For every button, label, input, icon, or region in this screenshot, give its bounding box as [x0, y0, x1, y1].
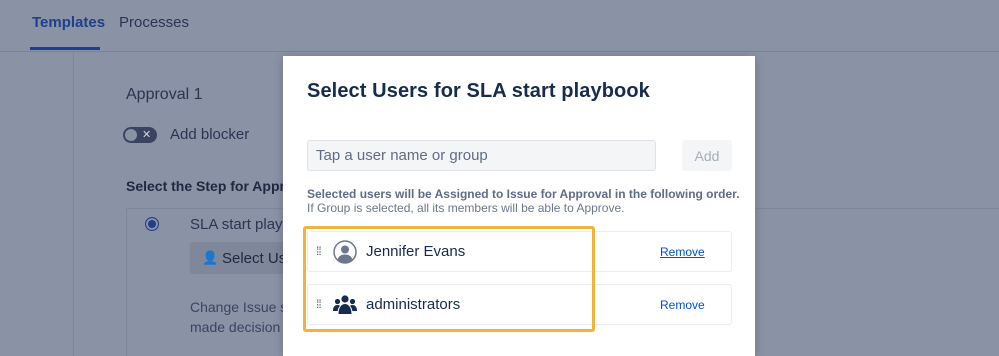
active-tab-indicator [30, 47, 100, 50]
select-users-modal: Select Users for SLA start playbook Add … [283, 56, 755, 356]
remove-link[interactable]: Remove [660, 245, 705, 259]
change-issue-line1: Change Issue s [190, 299, 288, 315]
list-item[interactable]: ⁞⁞ administrators Remove [307, 284, 732, 325]
step-section-title: Select the Step for Appro [126, 178, 294, 194]
add-blocker-label: Add blocker [170, 126, 250, 143]
list-item[interactable]: ⁞⁞ Jennifer Evans Remove [307, 231, 732, 272]
change-issue-text: Change Issue s made decision [190, 297, 287, 337]
tab-processes[interactable]: Processes [119, 14, 189, 31]
user-name: administrators [366, 296, 461, 313]
user-name: Jennifer Evans [366, 243, 466, 260]
step-radio[interactable] [145, 217, 159, 231]
add-blocker-toggle[interactable]: ✕ [123, 127, 157, 143]
step-name: SLA start playb [190, 216, 291, 233]
order-info-text: Selected users will be Assigned to Issue… [307, 187, 740, 201]
select-users-label: Select Us [222, 250, 287, 267]
tab-templates[interactable]: Templates [32, 14, 105, 31]
drag-handle-icon[interactable]: ⁞⁞ [316, 297, 322, 311]
close-icon: ✕ [142, 129, 152, 141]
modal-title: Select Users for SLA start playbook [307, 80, 650, 102]
drag-handle-icon[interactable]: ⁞⁞ [316, 244, 322, 258]
group-info-text: If Group is selected, all its members wi… [307, 201, 625, 215]
user-settings-icon: 👤 [202, 250, 219, 265]
remove-link[interactable]: Remove [660, 298, 705, 312]
add-button[interactable]: Add [682, 140, 732, 171]
user-avatar-icon [333, 240, 357, 264]
approval-title: Approval 1 [126, 86, 203, 103]
tab-bar: Templates Processes [0, 0, 999, 52]
change-issue-line2: made decision [190, 319, 281, 335]
user-search-input[interactable] [307, 140, 656, 171]
group-icon [333, 295, 357, 314]
